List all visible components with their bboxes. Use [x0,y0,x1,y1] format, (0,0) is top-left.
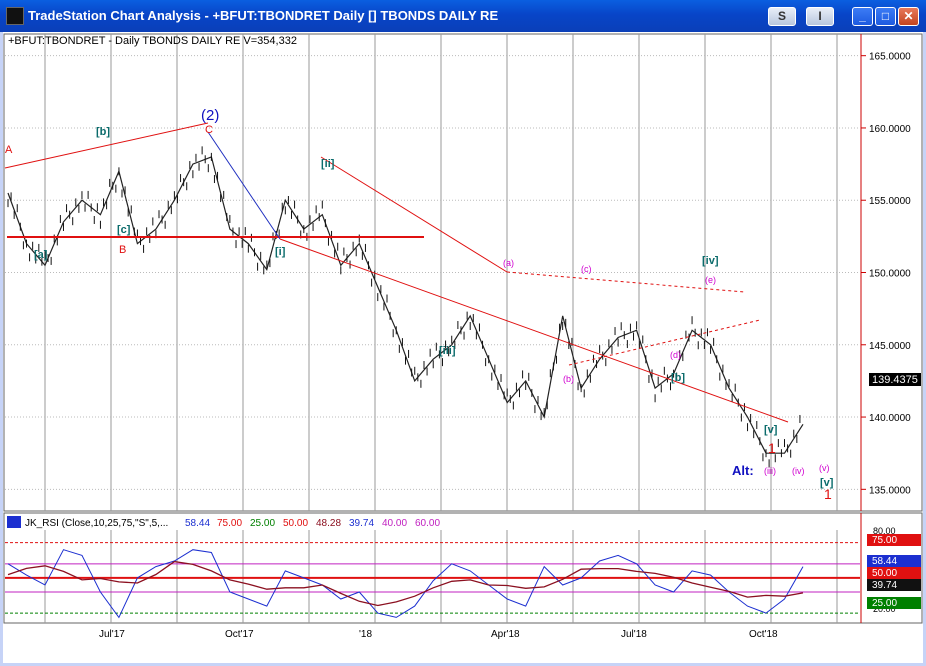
chart-canvas: 135.0000 140.0000 145.0000 150.0000 155.0000… [3,33,923,662]
price-tick-label: 155.0000 [869,196,911,207]
time-label: Oct'17 [225,629,254,640]
time-axis [4,624,922,662]
wave-label-iv: [iv] [702,255,719,267]
time-label: Jul'17 [99,629,125,640]
wave-label-b-paren: (b) [563,374,574,384]
wave-label-c-paren: (c) [581,264,592,274]
flag-39-label: 39.74 [872,580,897,591]
symbol-info: +BFUT:TBONDRET - Daily TBONDS DAILY RE V… [8,35,297,47]
flag-75-label: 75.00 [872,535,897,546]
wave-label-c-bracket: [c] [117,224,131,236]
flag-58-label: 58.44 [872,556,897,567]
price-tick-label: 150.0000 [869,269,911,280]
rsi-value-3: 25.00 [250,518,275,529]
indicator-header: JK_RSI (Close,10,25,75,"S",5,... [25,518,168,529]
i-button[interactable]: I [806,7,834,26]
wave-label-b-bracket: [b] [96,126,110,138]
s-button[interactable]: S [768,7,796,26]
rsi-value-2: 75.00 [217,518,242,529]
wave-label-1: 1 [768,440,776,456]
rsi-value-1: 58.44 [185,518,210,529]
app-icon[interactable] [6,7,24,25]
indicator-icon[interactable] [7,516,21,528]
wave-label-i: [i] [275,246,286,258]
wave-label-2: (2) [201,107,219,124]
wave-label-e-paren: (e) [705,275,716,285]
price-tick-label: 145.0000 [869,341,911,352]
time-label: '18 [359,629,372,640]
alt-label-v: (v) [819,463,830,473]
close-button[interactable]: ✕ [898,7,919,26]
rsi-value-4: 50.00 [283,518,308,529]
wave-label-d-paren: (d) [670,350,681,360]
price-tick-label: 140.0000 [869,413,911,424]
maximize-button[interactable]: □ [875,7,896,26]
wave-label-B: B [119,244,126,256]
wave-label-a-bracket: [a] [34,249,48,261]
wave-label-v: [v] [764,424,778,436]
alt-label: Alt: [732,463,754,478]
time-label: Jul'18 [621,629,647,640]
title-bar: TradeStation Chart Analysis - +BFUT:TBON… [0,0,926,32]
wave-label-ii: [ii] [321,158,335,170]
rsi-value-5: 48.28 [316,518,341,529]
alt-label-1: 1 [824,486,832,502]
price-tick-label: 165.0000 [869,52,911,63]
time-label: Oct'18 [749,629,778,640]
rsi-value-6: 39.74 [349,518,374,529]
flag-50-label: 50.00 [872,568,897,579]
wave-label-iii: [iii] [439,345,456,357]
alt-label-iii: (iii) [764,466,776,476]
last-price-label: 139.4375 [872,374,918,386]
flag-25-label: 25.00 [872,598,897,609]
alt-label-iv: (iv) [792,466,805,476]
rsi-value-8: 60.00 [415,518,440,529]
price-tick-label: 160.0000 [869,124,911,135]
time-label: Apr'18 [491,629,520,640]
wave-label-C: C [205,124,213,136]
wave-label-A: A [5,144,13,156]
rsi-value-7: 40.00 [382,518,407,529]
wave-label-b-bracket-2: [b] [671,372,685,384]
price-tick-label: 135.0000 [869,485,911,496]
window-title: TradeStation Chart Analysis - +BFUT:TBON… [28,8,499,23]
minimize-button[interactable]: _ [852,7,873,26]
wave-label-a-paren: (a) [503,258,514,268]
chart-window: 135.0000 140.0000 145.0000 150.0000 155.0000… [3,32,923,663]
